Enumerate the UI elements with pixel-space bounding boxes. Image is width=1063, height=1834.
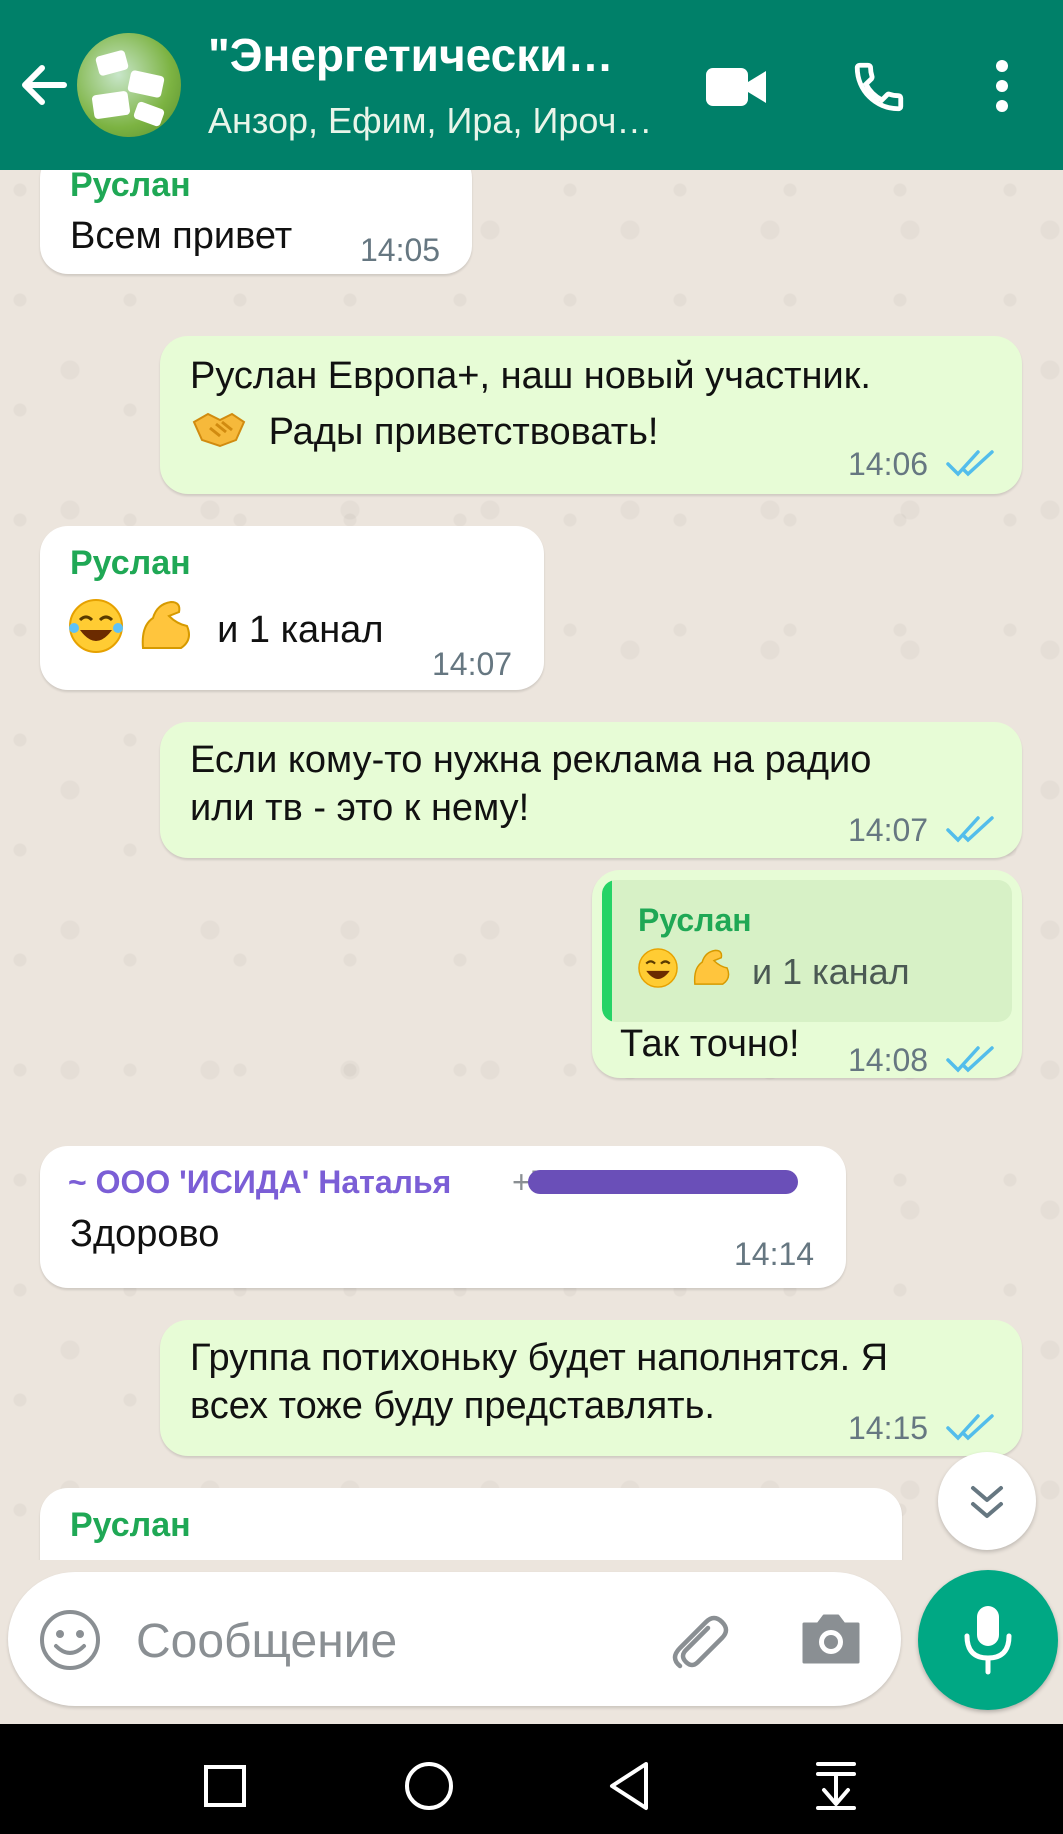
- read-receipt-icon: [946, 816, 994, 843]
- voice-call-icon[interactable]: [850, 58, 908, 116]
- chat-header: "Энергетически… Анзор, Ефим, Ира, Ироч…: [0, 0, 1063, 170]
- message-text-line: Если кому-то нужна реклама на радио: [190, 739, 872, 781]
- microphone-icon: [964, 1606, 1012, 1675]
- message-input[interactable]: Сообщение: [136, 1614, 397, 1669]
- quote-sender: Руслан: [638, 902, 752, 938]
- message-text: и 1 канал: [217, 609, 384, 652]
- message-text-line: Рады приветствовать!: [190, 406, 659, 462]
- quote-text: и 1 канал: [752, 950, 910, 992]
- message-time: 14:15: [848, 1410, 929, 1446]
- group-avatar[interactable]: [77, 33, 181, 137]
- read-receipt-icon: [946, 1414, 994, 1441]
- message-sender: Руслан: [70, 1506, 191, 1544]
- message-text-line: всех тоже буду представлять.: [190, 1385, 715, 1427]
- scroll-to-bottom-button[interactable]: [938, 1452, 1036, 1550]
- more-options-icon[interactable]: [992, 58, 1012, 114]
- message-text: Так точно!: [620, 1023, 800, 1065]
- chat-title[interactable]: "Энергетически…: [208, 28, 668, 82]
- message-sender: ~ ООО 'ИСИДА' Наталья: [68, 1164, 452, 1200]
- message-time: 14:14: [734, 1236, 815, 1272]
- notification-pull-down-icon[interactable]: [814, 1760, 858, 1812]
- read-receipt-icon: [946, 450, 994, 477]
- outgoing-reply-message[interactable]: Руслан и 1 канал Так точно! 14:08: [592, 870, 1022, 1078]
- recent-apps-icon[interactable]: [203, 1764, 247, 1808]
- attach-paperclip-icon[interactable]: [664, 1608, 730, 1674]
- outgoing-message[interactable]: Руслан Европа+, наш новый участник. Рады…: [160, 336, 1022, 494]
- flexed-biceps-emoji-icon: [690, 946, 732, 1002]
- emoji-icon[interactable]: [38, 1608, 102, 1672]
- video-call-icon[interactable]: [704, 64, 768, 110]
- message-text-line: Руслан Европа+, наш новый участник.: [190, 355, 871, 397]
- chat-members[interactable]: Анзор, Ефим, Ира, Ироч…: [208, 100, 668, 142]
- incoming-message[interactable]: Руслан и 1 канал 14:07: [40, 526, 544, 690]
- back-arrow-icon[interactable]: [14, 56, 72, 114]
- message-text-line: Группа потихоньку будет наполнятся. Я: [190, 1337, 889, 1379]
- double-chevron-down-icon: [971, 1486, 1003, 1518]
- outgoing-message[interactable]: Группа потихоньку будет наполнятся. Я вс…: [160, 1320, 1022, 1456]
- laughing-emoji-icon: [66, 596, 126, 668]
- system-navigation-bar: [0, 1724, 1063, 1834]
- read-receipt-icon: [946, 1046, 994, 1073]
- message-time: 14:08: [848, 1042, 929, 1078]
- message-text: Всем привет: [70, 215, 293, 257]
- outgoing-message[interactable]: Если кому-то нужна реклама на радио или …: [160, 722, 1022, 858]
- home-icon[interactable]: [403, 1760, 455, 1812]
- message-sender: Руслан: [70, 170, 191, 204]
- message-time: 14:07: [848, 812, 929, 848]
- phone-redaction-mark: [528, 1170, 798, 1194]
- message-list[interactable]: Руслан Всем привет 14:05 Руслан Европа+,…: [0, 170, 1063, 1560]
- camera-icon[interactable]: [800, 1610, 862, 1666]
- message-composer[interactable]: Сообщение: [8, 1572, 901, 1706]
- message-content: и 1 канал: [66, 596, 384, 668]
- message-time: 14:07: [432, 646, 513, 682]
- message-time: 14:06: [848, 446, 929, 482]
- incoming-message[interactable]: Руслан: [40, 1488, 902, 1560]
- quote-accent-bar: [602, 880, 612, 1022]
- incoming-message[interactable]: ~ ООО 'ИСИДА' Наталья +7 981 342 04 30 З…: [40, 1146, 846, 1288]
- message-sender: Руслан: [70, 544, 191, 582]
- sender-phone: +7 981 342 04 30: [512, 1164, 798, 1201]
- message-text-line: или тв - это к нему!: [190, 787, 530, 829]
- message-text: Здорово: [70, 1213, 220, 1255]
- message-text: Рады приветствовать!: [268, 411, 659, 454]
- back-nav-icon[interactable]: [606, 1760, 654, 1812]
- handshake-emoji-icon: [190, 406, 248, 462]
- voice-record-button[interactable]: [918, 1570, 1058, 1710]
- message-time: 14:05: [360, 232, 441, 268]
- flexed-biceps-emoji-icon: [137, 596, 193, 668]
- quoted-message[interactable]: Руслан и 1 канал: [602, 880, 1012, 1022]
- incoming-message[interactable]: Руслан Всем привет 14:05: [40, 170, 472, 274]
- quote-content: и 1 канал: [636, 946, 910, 1002]
- laughing-emoji-icon: [636, 946, 680, 1002]
